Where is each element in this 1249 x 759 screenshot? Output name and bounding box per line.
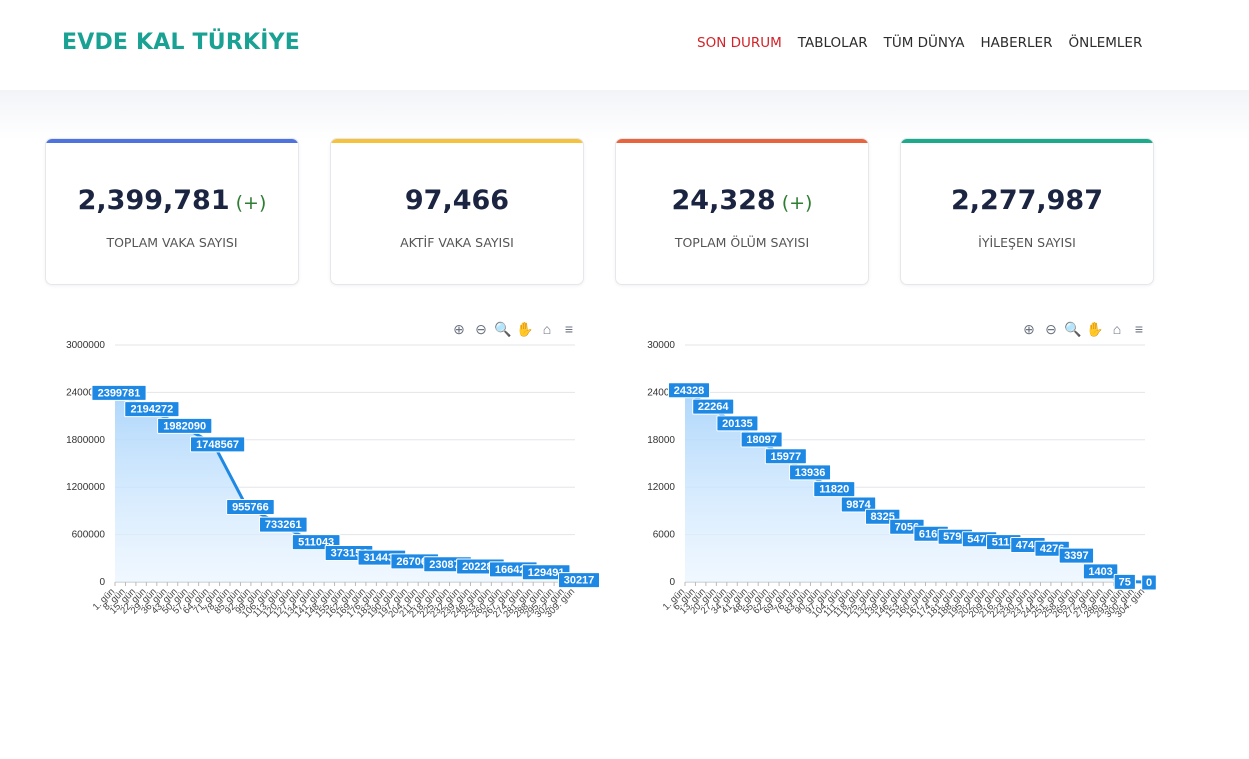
main-nav: SON DURUM TABLOLAR TÜM DÜNYA HABERLER ÖN… — [697, 35, 1142, 51]
card-accent-bar — [46, 139, 298, 143]
stat-plus: (+) — [235, 192, 267, 214]
zoom-out-icon[interactable]: ⊖ — [1042, 320, 1060, 338]
y-tick-label: 1800000 — [66, 435, 105, 446]
data-label: 2194272 — [124, 401, 180, 418]
stat-value: 2,277,987 — [950, 185, 1104, 216]
stat-card-active-cases: 97,466 AKTİF VAKA SAYISI — [330, 138, 584, 285]
chart-active-cases: ⊕ ⊖ 🔍 ✋ ⌂ ≡ 3000000 2400000 1800000 1200000 60000… — [45, 318, 605, 648]
data-label: 3397 — [1058, 547, 1095, 564]
y-tick-label: 18000 — [647, 435, 675, 446]
selection-zoom-icon[interactable]: 🔍 — [1064, 320, 1082, 338]
pan-hand-icon[interactable]: ✋ — [516, 320, 534, 338]
data-label: 75 — [1113, 573, 1136, 590]
chart-deaths: ⊕ ⊖ 🔍 ✋ ⌂ ≡ 30000 24000 18000 12000 6000 0 1. gün 6.… — [615, 318, 1175, 648]
svg-text:13936: 13936 — [795, 467, 826, 479]
svg-text:30217: 30217 — [564, 575, 595, 587]
svg-text:15977: 15977 — [771, 451, 802, 463]
data-label: 2399781 — [91, 384, 147, 401]
y-tick-label: 30000 — [647, 340, 675, 351]
svg-text:0: 0 — [1146, 577, 1152, 589]
y-tick-label: 1200000 — [66, 482, 105, 493]
data-label: 18097 — [740, 431, 783, 448]
stat-card-total-deaths: 24,328 (+) TOPLAM ÖLÜM SAYISI — [615, 138, 869, 285]
nav-tum-dunya[interactable]: TÜM DÜNYA — [884, 35, 965, 51]
y-tick-label: 0 — [669, 577, 675, 588]
chart-toolbar: ⊕ ⊖ 🔍 ✋ ⌂ ≡ — [1020, 320, 1148, 338]
y-tick-label: 3000000 — [66, 340, 105, 351]
nav-son-durum[interactable]: SON DURUM — [697, 35, 782, 51]
stat-card-recovered: 2,277,987 İYİLEŞEN SAYISI — [900, 138, 1154, 285]
pan-hand-icon[interactable]: ✋ — [1086, 320, 1104, 338]
svg-text:1748567: 1748567 — [196, 439, 239, 451]
data-label: 20135 — [716, 415, 759, 432]
data-label: 24328 — [668, 382, 710, 399]
y-tick-label: 0 — [99, 577, 105, 588]
card-accent-bar — [616, 139, 868, 143]
selection-zoom-icon[interactable]: 🔍 — [494, 320, 512, 338]
brand-logo[interactable]: EVDE KAL TÜRKİYE — [62, 30, 300, 55]
chart-toolbar: ⊕ ⊖ 🔍 ✋ ⌂ ≡ — [450, 320, 578, 338]
svg-text:3397: 3397 — [1064, 550, 1088, 562]
y-tick-label: 12000 — [647, 482, 675, 493]
svg-text:1982090: 1982090 — [163, 420, 206, 432]
svg-text:22264: 22264 — [698, 401, 729, 413]
stat-value: 24,328 — [671, 185, 776, 216]
home-icon[interactable]: ⌂ — [1108, 320, 1126, 338]
stat-label: İYİLEŞEN SAYISI — [978, 235, 1076, 250]
stat-card-total-cases: 2,399,781 (+) TOPLAM VAKA SAYISI — [45, 138, 299, 285]
header: EVDE KAL TÜRKİYE SON DURUM TABLOLAR TÜM … — [0, 0, 1249, 90]
data-label: 955766 — [226, 498, 275, 515]
svg-text:20135: 20135 — [722, 418, 753, 430]
stat-label: AKTİF VAKA SAYISI — [400, 235, 514, 250]
chart-svg: 30000240001800012000600001. gün6. gün13.… — [647, 340, 1157, 620]
nav-haberler[interactable]: HABERLER — [980, 35, 1052, 51]
svg-text:2399781: 2399781 — [98, 387, 141, 399]
stat-value: 97,466 — [404, 185, 510, 216]
data-label: 15977 — [764, 448, 807, 465]
data-label: 1982090 — [157, 417, 213, 434]
nav-onlemler[interactable]: ÖNLEMLER — [1068, 35, 1142, 51]
y-tick-label: 600000 — [72, 530, 106, 541]
svg-text:11820: 11820 — [819, 484, 849, 496]
stat-plus: (+) — [781, 192, 813, 214]
svg-text:1403: 1403 — [1088, 566, 1112, 578]
data-label: 1748567 — [189, 436, 246, 453]
svg-text:733261: 733261 — [265, 519, 302, 531]
menu-icon[interactable]: ≡ — [560, 320, 578, 338]
header-shadow-band — [0, 90, 1249, 140]
zoom-in-icon[interactable]: ⊕ — [1020, 320, 1038, 338]
svg-text:955766: 955766 — [232, 501, 269, 513]
nav-tablolar[interactable]: TABLOLAR — [798, 35, 868, 51]
y-tick-label: 6000 — [653, 530, 676, 541]
stat-value: 2,399,781 — [77, 185, 230, 216]
data-label: 1403 — [1082, 563, 1119, 580]
stat-label: TOPLAM ÖLÜM SAYISI — [674, 235, 810, 250]
menu-icon[interactable]: ≡ — [1130, 320, 1148, 338]
svg-text:24328: 24328 — [674, 385, 705, 397]
card-accent-bar — [901, 139, 1153, 143]
data-label: 22264 — [692, 398, 735, 415]
svg-text:75: 75 — [1119, 576, 1131, 588]
data-label: 11820 — [813, 481, 856, 498]
svg-text:2194272: 2194272 — [130, 404, 173, 416]
zoom-out-icon[interactable]: ⊖ — [472, 320, 490, 338]
stat-label: TOPLAM VAKA SAYISI — [106, 235, 238, 250]
data-label: 30217 — [558, 572, 600, 589]
data-label: 13936 — [789, 464, 832, 481]
svg-text:18097: 18097 — [746, 434, 777, 446]
zoom-in-icon[interactable]: ⊕ — [450, 320, 468, 338]
data-label: 0 — [1141, 574, 1157, 591]
card-accent-bar — [331, 139, 583, 143]
home-icon[interactable]: ⌂ — [538, 320, 556, 338]
chart-svg: 300000024000001800000120000060000001. gü… — [66, 340, 600, 620]
data-label: 733261 — [258, 516, 308, 533]
